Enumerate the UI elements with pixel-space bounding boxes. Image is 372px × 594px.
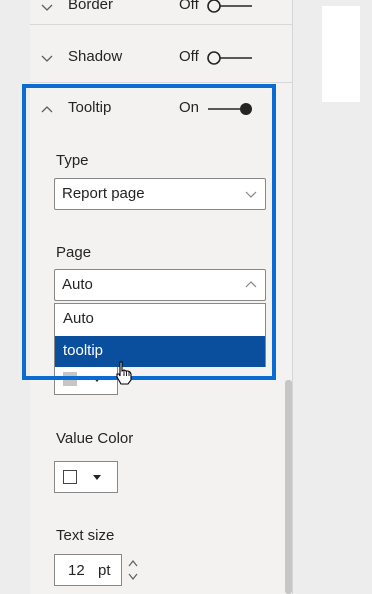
- dropdown-caret-icon: [93, 377, 101, 382]
- chevron-up-icon: [245, 281, 257, 288]
- section-title: Tooltip: [68, 99, 112, 116]
- canvas-visual-placeholder[interactable]: [322, 6, 360, 102]
- section-border[interactable]: Border Off: [30, 0, 292, 25]
- dropdown-caret-icon: [93, 475, 101, 480]
- section-title: Border: [68, 0, 114, 13]
- page-select[interactable]: Auto: [54, 269, 266, 301]
- page-select-value: Auto: [62, 276, 93, 293]
- page-option-tooltip[interactable]: tooltip: [55, 336, 265, 367]
- tooltip-color-button[interactable]: [54, 363, 118, 395]
- chevron-down-icon: [245, 191, 257, 198]
- type-select[interactable]: Report page: [54, 178, 266, 210]
- chevron-up-icon: [41, 106, 53, 113]
- section-shadow[interactable]: Shadow Off: [30, 32, 292, 83]
- section-tooltip[interactable]: Tooltip On: [30, 84, 292, 134]
- format-pane: Border Off Shadow Off Tooltip On Type Re…: [30, 0, 293, 594]
- toggle-label: Off: [179, 48, 199, 65]
- text-size-value: 12: [68, 562, 85, 579]
- text-size-label: Text size: [56, 527, 115, 544]
- value-color-label: Value Color: [56, 430, 134, 447]
- type-label: Type: [56, 152, 89, 169]
- toggle-icon[interactable]: [206, 51, 254, 65]
- chevron-down-icon: [41, 55, 53, 62]
- toggle-label: On: [179, 99, 200, 116]
- color-swatch: [63, 372, 77, 386]
- toggle-label: Off: [179, 0, 199, 13]
- toggle-icon[interactable]: [206, 102, 254, 116]
- color-swatch: [63, 470, 77, 484]
- toggle-icon[interactable]: [206, 0, 254, 13]
- spinner-arrows-icon[interactable]: [127, 557, 139, 583]
- page-dropdown-list: Auto tooltip: [54, 303, 266, 367]
- text-size-unit: pt: [98, 562, 111, 579]
- value-color-button[interactable]: [54, 461, 118, 493]
- page-label: Page: [56, 244, 92, 261]
- pane-scrollbar[interactable]: [285, 380, 292, 594]
- chevron-down-icon: [41, 4, 53, 11]
- page-option-auto[interactable]: Auto: [55, 304, 265, 335]
- section-title: Shadow: [68, 48, 123, 65]
- text-size-spinner[interactable]: 12 pt: [54, 554, 138, 586]
- type-select-value: Report page: [62, 185, 145, 202]
